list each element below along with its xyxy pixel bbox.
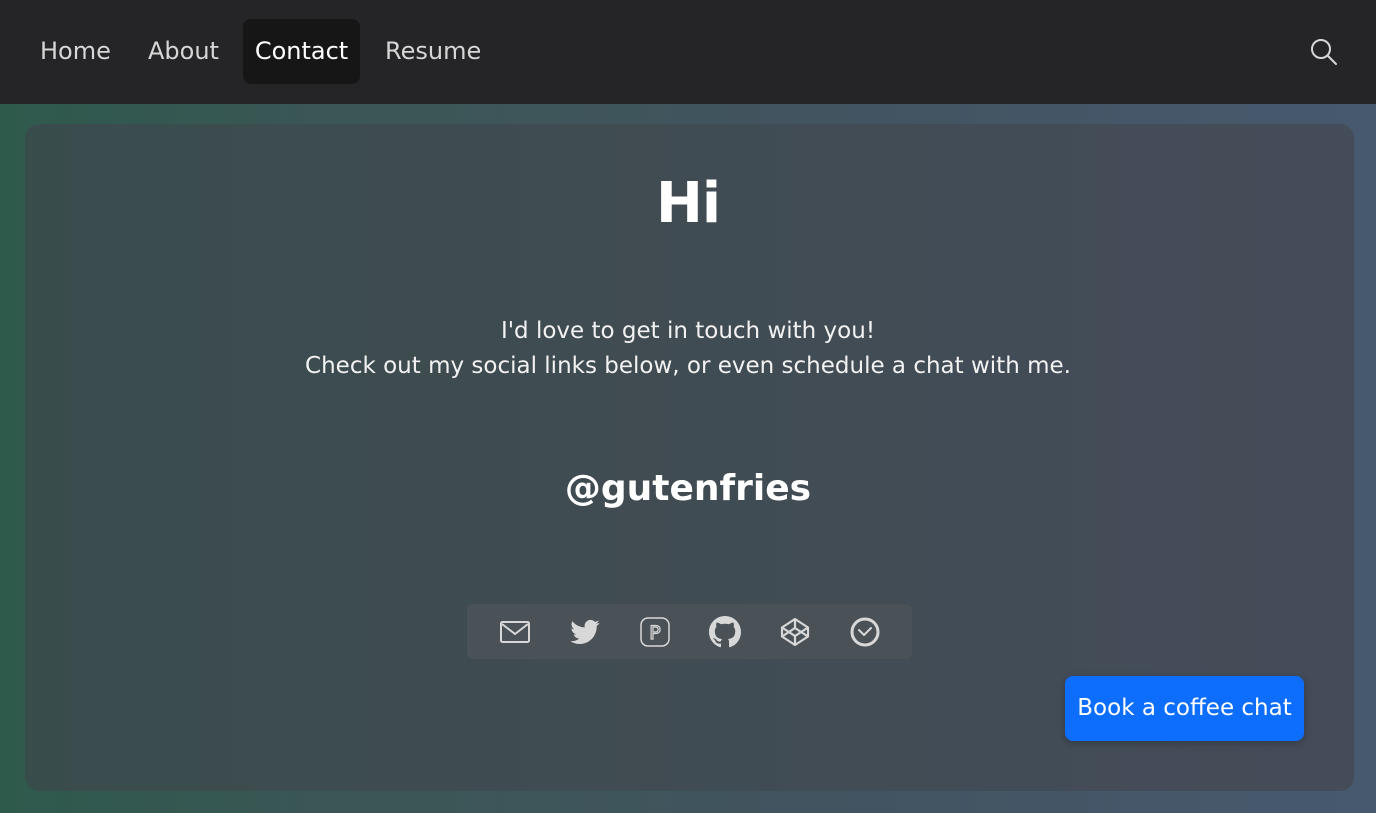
- codepen-link[interactable]: [779, 616, 811, 648]
- book-coffee-chat-button[interactable]: Book a coffee chat: [1065, 676, 1304, 741]
- social-links-bar: P: [467, 604, 912, 659]
- calendar-check-icon: [850, 617, 880, 647]
- social-handle: @gutenfries: [564, 468, 812, 509]
- mail-icon: [500, 621, 530, 643]
- github-link[interactable]: [709, 616, 741, 648]
- nav-item-resume[interactable]: Resume: [370, 19, 496, 84]
- navbar: Home About Contact Resume: [0, 0, 1376, 104]
- nav-item-contact[interactable]: Contact: [243, 19, 360, 84]
- page-title: Hi: [655, 171, 721, 236]
- calendar-link[interactable]: [849, 616, 881, 648]
- svg-text:P: P: [649, 622, 660, 644]
- search-button[interactable]: [1308, 36, 1340, 68]
- twitter-icon: [570, 619, 600, 644]
- nav-item-about[interactable]: About: [133, 19, 234, 84]
- mail-link[interactable]: [499, 616, 531, 648]
- nav-item-home[interactable]: Home: [25, 19, 126, 84]
- search-icon: [1311, 39, 1337, 65]
- github-icon: [709, 616, 741, 648]
- intro-text-line-2: Check out my social links below, or even…: [305, 353, 1071, 379]
- intro-text-line-1: I'd love to get in touch with you!: [500, 318, 876, 344]
- polywork-icon: P: [640, 617, 670, 647]
- codepen-icon: [780, 617, 810, 647]
- polywork-link[interactable]: P: [639, 616, 671, 648]
- twitter-link[interactable]: [569, 616, 601, 648]
